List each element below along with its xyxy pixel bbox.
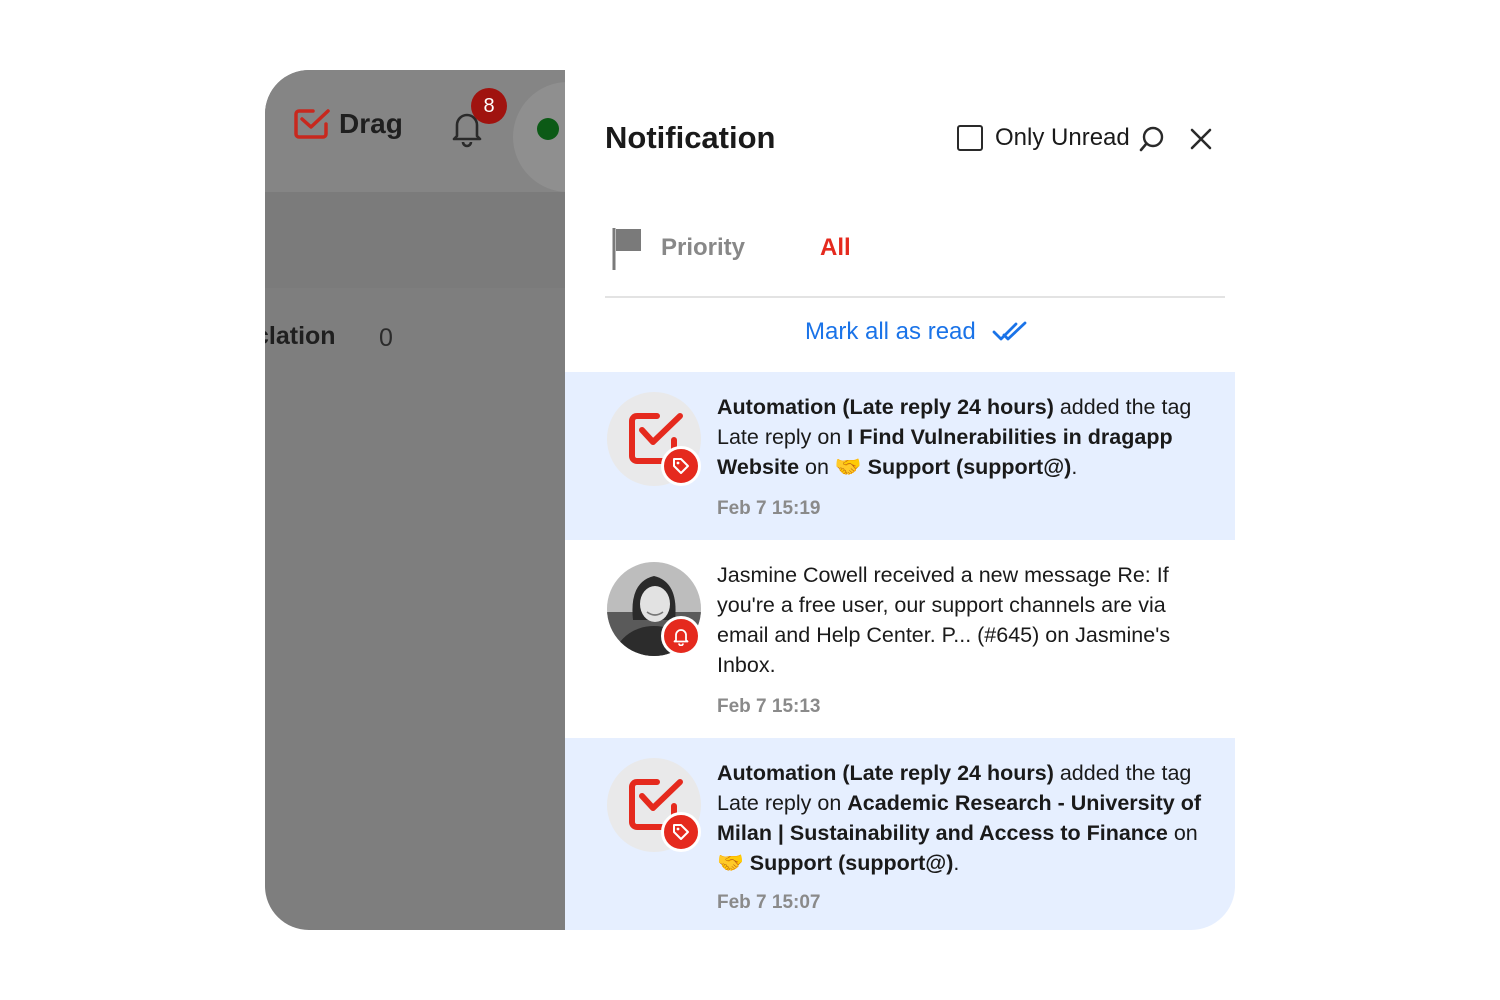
notification-source-icon (607, 392, 701, 486)
app-subheader (265, 192, 565, 288)
notification-item[interactable]: Automation (Late reply 24 hours) added t… (565, 738, 1235, 930)
notification-source-icon (607, 562, 701, 656)
notification-time: Feb 7 15:19 (717, 498, 821, 519)
message-bold-segment: 🤝 Support (support@) (834, 455, 1072, 479)
message-segment: Jasmine Cowell received a new message Re… (717, 563, 1171, 677)
message-segment: on (799, 455, 835, 479)
notification-time: Feb 7 15:13 (717, 696, 821, 717)
escalation-count: 0 (379, 324, 393, 352)
notification-message: Jasmine Cowell received a new message Re… (717, 560, 1207, 680)
close-icon[interactable] (1189, 127, 1213, 151)
only-unread-toggle[interactable]: Only Unread (957, 124, 1130, 152)
mark-all-as-read-button[interactable]: Mark all as read (805, 318, 1028, 346)
tag-badge (661, 812, 701, 852)
tag-badge (661, 446, 701, 486)
tag-icon (673, 824, 689, 840)
only-unread-label: Only Unread (995, 124, 1130, 151)
message-segment: . (953, 851, 960, 875)
message-bold-segment: 🤝 Support (support@) (717, 851, 954, 875)
message-segment: . (1071, 455, 1078, 479)
panel-title: Notification (605, 120, 776, 155)
notification-count-badge: 8 (471, 88, 507, 124)
only-unread-checkbox[interactable] (957, 125, 983, 151)
app-frame: Drag 8 clation 0 Notification Only Unrea… (265, 70, 1235, 930)
divider (605, 296, 1225, 298)
search-icon[interactable] (1139, 126, 1165, 154)
message-bold-segment: Automation (Late reply 24 hours) (717, 761, 1054, 785)
message-bold-segment: Automation (Late reply 24 hours) (717, 395, 1054, 419)
app-name: Drag (339, 108, 403, 139)
notification-item[interactable]: Automation (Late reply 24 hours) added t… (565, 372, 1235, 540)
mark-all-as-read-label: Mark all as read (805, 318, 976, 345)
app-logo: Drag (293, 108, 403, 140)
notification-source-icon (607, 758, 701, 852)
bell-icon (673, 629, 689, 646)
notification-message: Automation (Late reply 24 hours) added t… (717, 392, 1207, 482)
online-status-dot (537, 118, 559, 140)
double-check-icon (992, 321, 1027, 341)
flag-icon (612, 228, 641, 270)
bell-badge (661, 616, 701, 656)
notification-item[interactable]: Jasmine Cowell received a new message Re… (565, 540, 1235, 738)
tab-all[interactable]: All (820, 234, 851, 262)
drag-logo-icon (294, 109, 330, 139)
tab-priority[interactable]: Priority (661, 234, 745, 262)
message-segment: on (1167, 821, 1198, 845)
notification-time: Feb 7 15:07 (717, 892, 821, 913)
dimmed-app-backdrop[interactable]: Drag 8 clation 0 (265, 70, 623, 930)
escalation-label[interactable]: clation (265, 322, 336, 351)
filter-tabs: Priority All (605, 220, 1225, 274)
notification-message: Automation (Late reply 24 hours) added t… (717, 758, 1207, 878)
tag-icon (673, 458, 689, 474)
notification-panel: Notification Only Unread Priority All Ma… (565, 70, 1235, 930)
